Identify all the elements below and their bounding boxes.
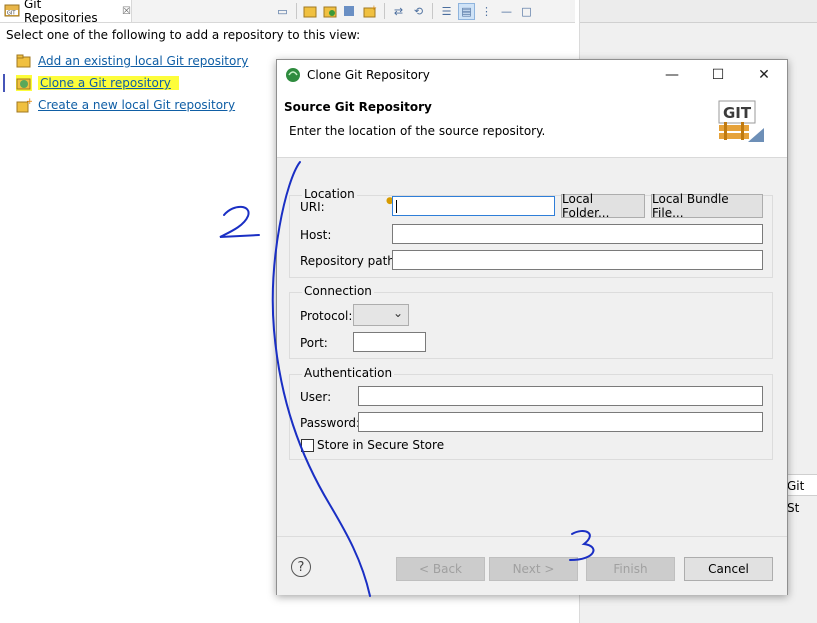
wizard-page-description: Enter the location of the source reposit… [289,124,546,138]
svg-text:+: + [371,4,377,12]
repository-path-input[interactable] [392,250,763,270]
port-label: Port: [300,336,328,350]
password-label: Password: [300,416,361,430]
back-button[interactable]: < Back [396,557,485,581]
minimize-icon[interactable]: — [498,3,515,20]
svg-text:+: + [26,97,32,107]
view-prompt: Select one of the following to add a rep… [6,28,361,42]
wizard-header: Source Git Repository Enter the location… [277,90,787,158]
repository-path-label: Repository path: [300,254,399,268]
tab-git-repositories[interactable]: GIT Git Repositories ☒ [0,0,132,25]
dialog-titlebar: Clone Git Repository — ☐ ✕ [277,60,787,90]
clone-git-repository-dialog: Clone Git Repository — ☐ ✕ Source Git Re… [276,59,788,595]
user-label: User: [300,390,332,404]
local-folder-button[interactable]: Local Folder... [561,192,645,220]
password-input[interactable] [358,412,763,432]
git-repositories-icon: GIT [4,2,20,21]
toolbar-separator [432,3,433,19]
dialog-title: Clone Git Repository [307,68,430,82]
toolbar-separator [384,3,385,19]
svg-text:GIT: GIT [7,10,16,16]
maximize-icon[interactable]: □ [518,3,535,20]
link-row-add-existing: Add an existing local Git repository [16,52,248,70]
chevron-down-icon: ⌄ [392,306,403,320]
wizard-body: Location URI: ● Local Folder... Local Bu… [277,158,787,536]
clone-repo-icon[interactable] [322,3,339,20]
view-menu-icon[interactable]: ⋮ [478,3,495,20]
right-panel-tabbar [580,0,817,23]
cancel-button[interactable]: Cancel [684,557,773,581]
location-group-label: Location [302,187,357,201]
tab-title: Git Repositories [24,0,98,25]
create-repo-icon[interactable]: + [362,3,379,20]
minimize-icon[interactable]: — [649,60,695,90]
help-icon[interactable]: ? [291,557,311,577]
wizard-footer: ? < Back Next > Finish Cancel [277,536,787,595]
git-logo-icon: GIT [718,100,764,142]
link-row-create-new: + Create a new local Git repository [16,96,235,114]
protocol-label: Protocol: [300,309,353,323]
import-icon[interactable] [342,3,359,20]
hierarchical-icon[interactable]: ☰ [438,3,455,20]
git-logo-text: GIT [723,104,752,122]
collapse-all-icon[interactable]: ▭ [274,3,291,20]
create-new-repo-link[interactable]: Create a new local Git repository [38,98,235,112]
refresh-icon[interactable]: ⟲ [410,3,427,20]
add-existing-repo-link[interactable]: Add an existing local Git repository [38,54,248,68]
annotation-step-2 [219,205,260,238]
ink-marker [3,74,5,92]
wizard-page-title: Source Git Repository [284,100,432,114]
authentication-group-label: Authentication [302,366,395,380]
store-in-secure-store-checkbox[interactable] [301,439,314,452]
host-input[interactable] [392,224,763,244]
user-input[interactable] [358,386,763,406]
connection-group-label: Connection [302,284,374,298]
next-button[interactable]: Next > [489,557,578,581]
store-in-secure-store-label: Store in Secure Store [317,438,445,452]
link-editor-icon[interactable]: ⇄ [390,3,407,20]
finish-button[interactable]: Finish [586,557,675,581]
local-bundle-file-button[interactable]: Local Bundle File... [651,192,763,220]
close-icon[interactable]: ✕ [741,60,787,90]
view-tab-bar: GIT Git Repositories ☒ ▭ + ⇄ ⟲ ☰ ▤ ⋮ — □ [0,0,575,25]
clone-icon [16,75,32,91]
view-toolbar: ▭ + ⇄ ⟲ ☰ ▤ ⋮ — □ [274,2,535,20]
uri-label: URI: [300,200,325,214]
folder-icon [16,53,32,69]
host-label: Host: [300,228,332,242]
maximize-icon[interactable]: ☐ [695,60,741,90]
link-row-clone: Clone a Git repository [16,74,179,92]
uri-input[interactable] [392,196,555,216]
toolbar-separator [296,3,297,19]
view-mode-icon[interactable]: ▤ [458,2,475,20]
protocol-select[interactable]: ⌄ [353,304,409,326]
eclipse-icon [285,67,301,83]
text-caret [396,200,397,213]
new-repo-icon: + [16,97,32,113]
port-input[interactable] [353,332,426,352]
close-icon[interactable]: ☒ [122,6,131,17]
add-repo-icon[interactable] [302,3,319,20]
clone-repo-link[interactable]: Clone a Git repository [38,76,179,90]
